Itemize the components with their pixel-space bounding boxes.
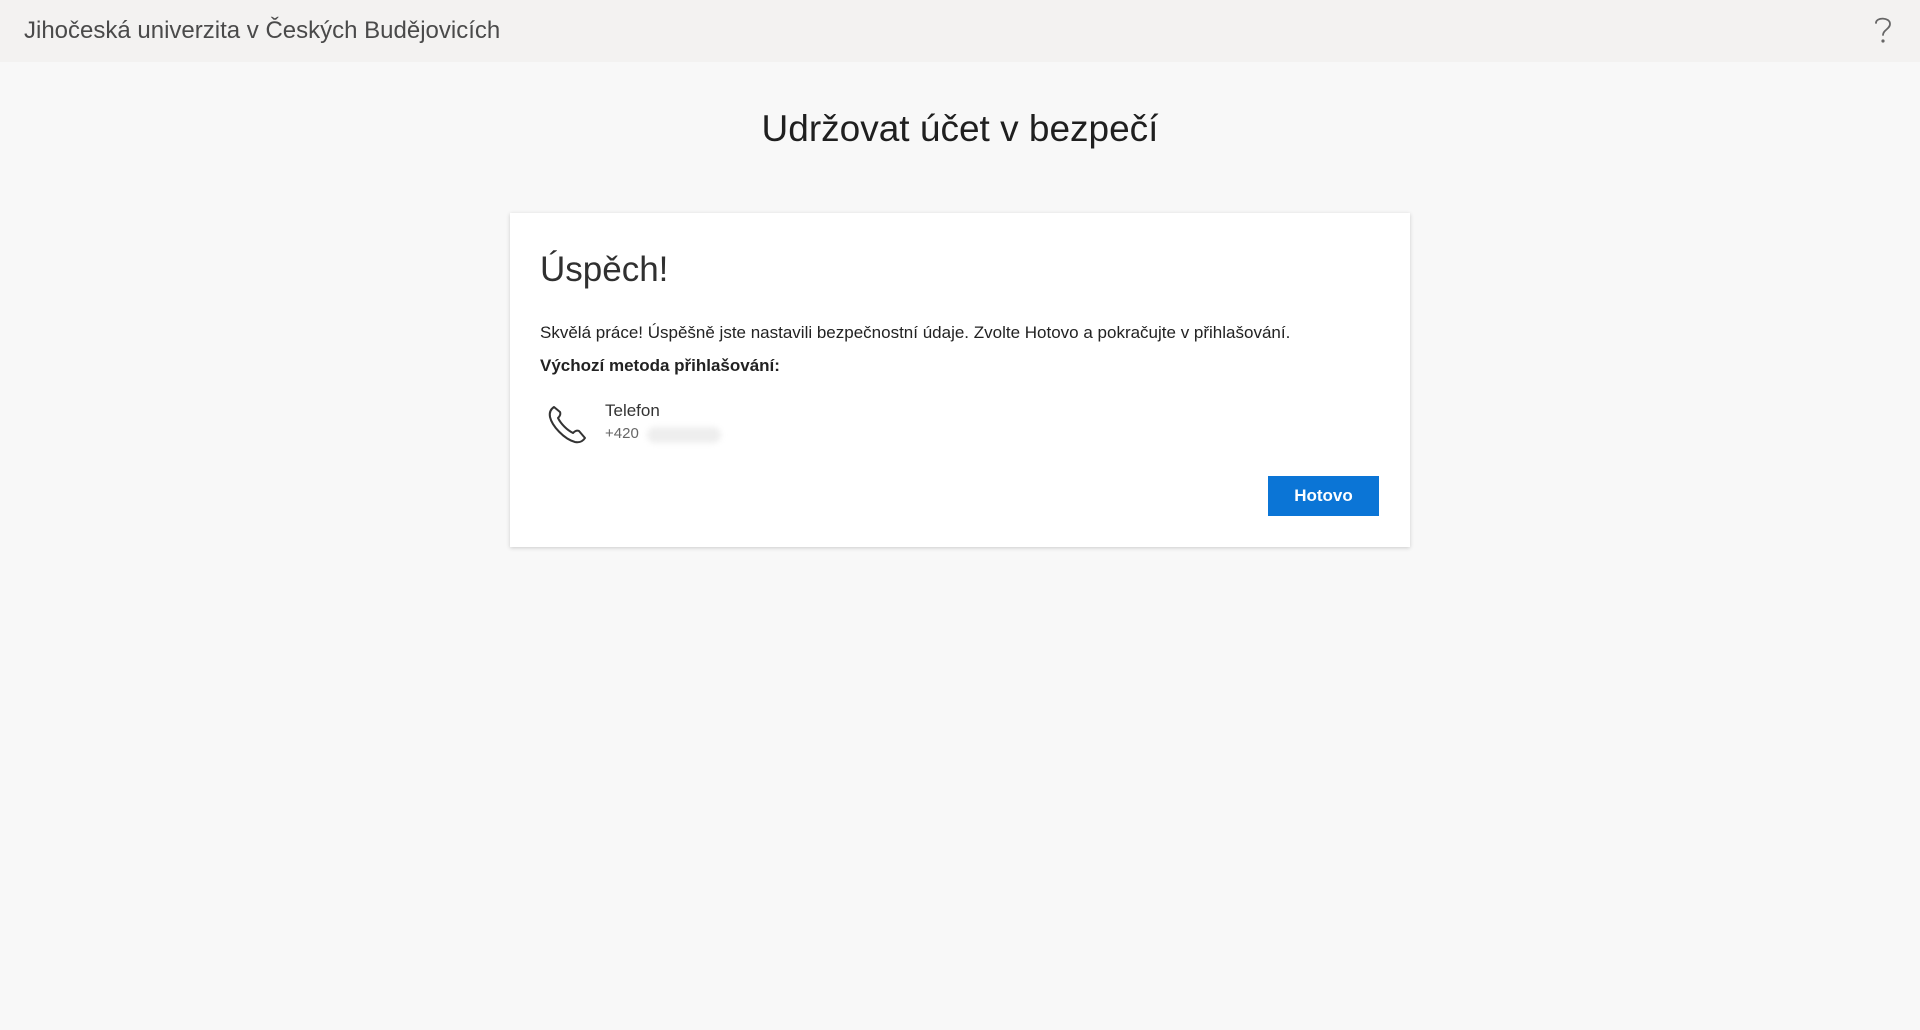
top-bar: Jihočeská univerzita v Českých Budějovic… bbox=[0, 0, 1920, 62]
help-question-icon[interactable] bbox=[1870, 14, 1896, 46]
page-title: Udržovat účet v bezpečí bbox=[761, 108, 1159, 149]
default-method-item: Telefon +420 bbox=[545, 399, 945, 451]
done-button[interactable]: Hotovo bbox=[1268, 476, 1379, 516]
method-name: Telefon bbox=[605, 401, 660, 420]
default-method-label: Výchozí metoda přihlašování: bbox=[540, 356, 780, 375]
success-message: Skvělá práce! Úspěšně jste nastavili bez… bbox=[540, 323, 1291, 342]
phone-icon bbox=[548, 406, 586, 444]
redacted-phone-number bbox=[647, 427, 721, 443]
organization-name: Jihočeská univerzita v Českých Budějovic… bbox=[24, 17, 501, 44]
card-title: Úspěch! bbox=[540, 250, 669, 289]
success-card: Úspěch! Skvělá práce! Úspěšně jste nasta… bbox=[510, 213, 1410, 547]
method-phone-number: +420 bbox=[605, 425, 639, 442]
